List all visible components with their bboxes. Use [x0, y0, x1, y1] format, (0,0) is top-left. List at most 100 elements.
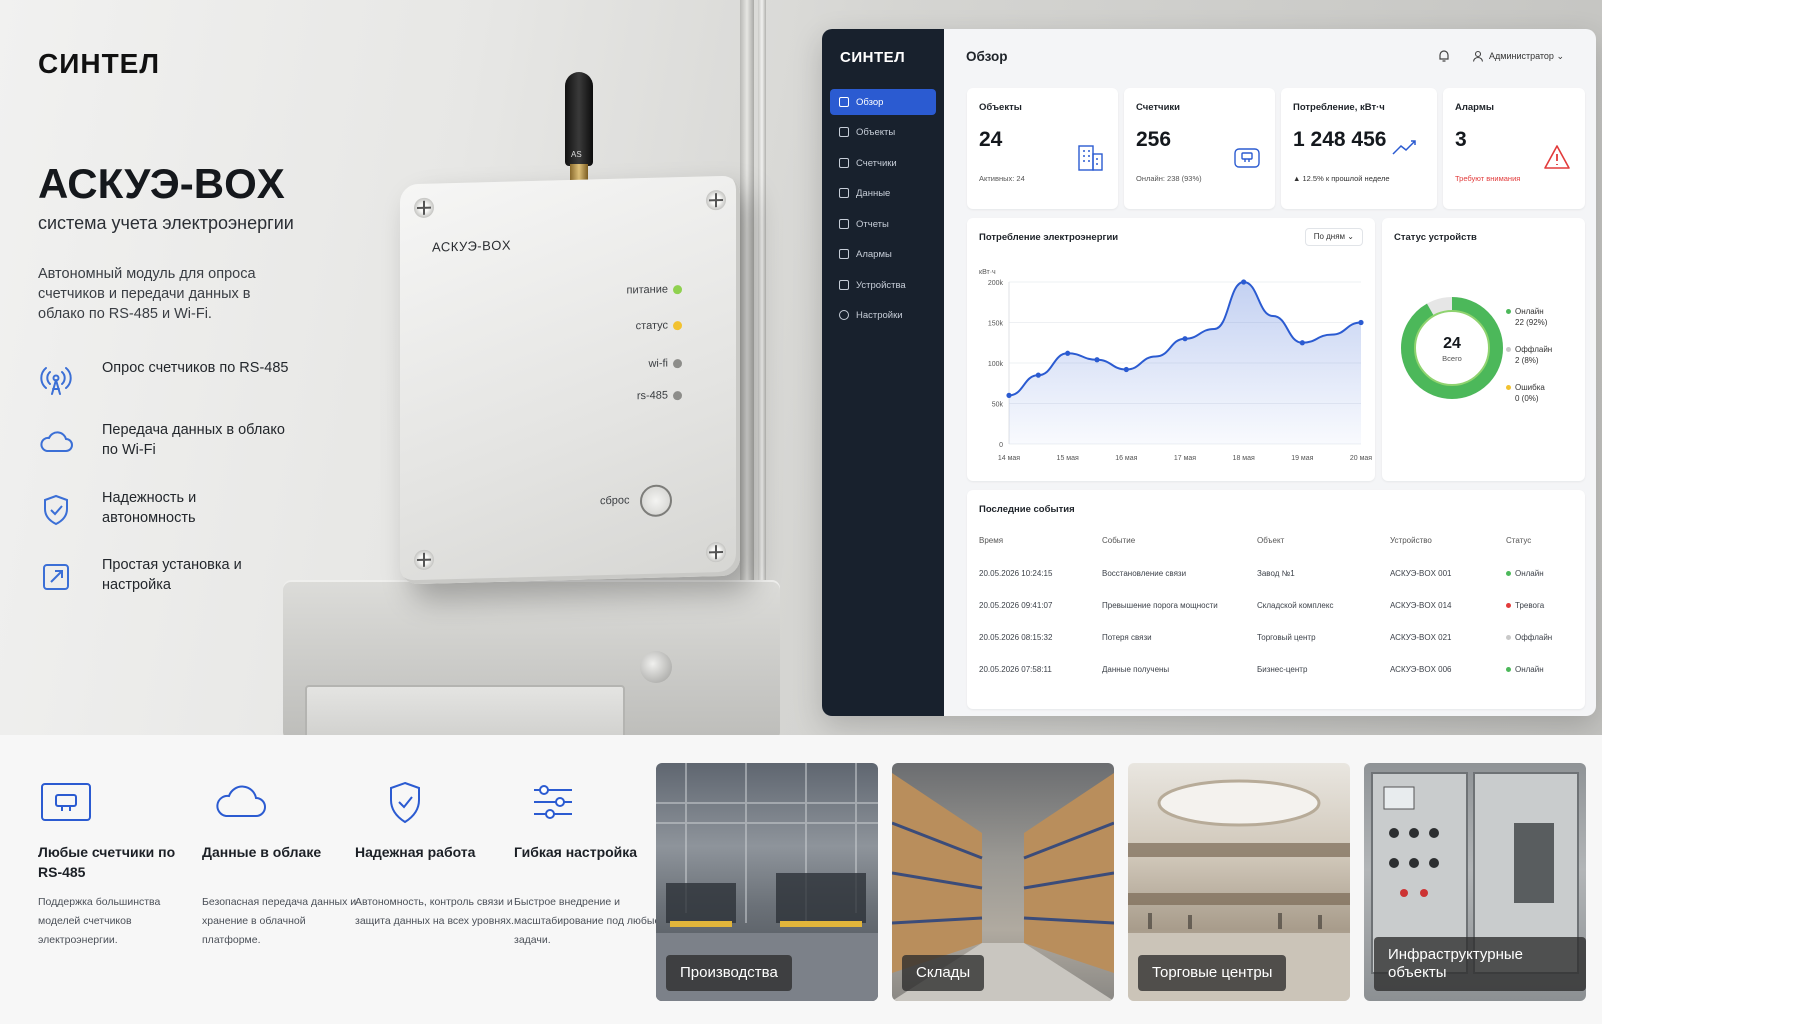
external-link-icon — [43, 564, 69, 590]
data-point — [1182, 336, 1188, 342]
legend-dot — [1506, 347, 1511, 352]
y-axis-unit: кВт·ч — [979, 269, 996, 276]
feature-item: Опрос счетчиков по RS-485 — [38, 358, 298, 402]
legend-label: Онлайн — [1515, 307, 1544, 316]
status-led — [673, 321, 682, 331]
table-cell-event: Потеря связи — [1102, 633, 1152, 642]
warning-icon — [1544, 145, 1570, 169]
kpi-card-alarms: Алармы 3 Требуют внимания — [1443, 88, 1585, 209]
sidebar-item-devices[interactable]: Устройства — [830, 272, 936, 298]
sidebar-item-label: Отчеты — [856, 219, 889, 230]
sidebar-item-overview[interactable]: Обзор — [830, 89, 936, 115]
device-box: АСКУЭ-BOX питание статус wi-fi rs-485 сб… — [400, 175, 740, 585]
dashboard-window: СИНТЕЛ Обзор Объекты Счетчики Данные Отч… — [822, 29, 1596, 716]
recent-events-card: Последние события Время Событие Объект У… — [967, 490, 1585, 709]
tile-shopping-centers[interactable]: Торговые центры — [1128, 763, 1350, 1001]
tile-infrastructure[interactable]: Инфраструктурные объекты — [1364, 763, 1586, 1001]
table-cell-object: Бизнес-центр — [1257, 665, 1308, 674]
feature-text: Передача данных в облако по Wi-Fi — [102, 422, 285, 458]
sidebar-item-meters[interactable]: Счетчики — [830, 150, 936, 176]
y-tick-label: 150k — [988, 321, 1004, 328]
sidebar-item-objects[interactable]: Объекты — [830, 119, 936, 145]
sidebar-item-alarms[interactable]: Алармы — [830, 241, 936, 267]
benefit-description: Автономность, контроль связи и защита да… — [355, 896, 514, 927]
status-dot — [1506, 571, 1511, 577]
tile-label: Производства — [666, 955, 792, 991]
shield-check-icon — [44, 494, 68, 526]
led-label: статус — [635, 319, 668, 333]
screw-icon — [414, 549, 434, 571]
meter-icon — [41, 783, 91, 821]
kpi-label: Счетчики — [1136, 102, 1181, 113]
user-name: Администратор — [1489, 51, 1554, 61]
legend-label: Оффлайн — [1515, 345, 1553, 354]
user-menu[interactable]: Администратор ⌄ — [1489, 51, 1564, 62]
antenna-logo: AS — [571, 150, 582, 159]
table-cell-event: Превышение порога мощности — [1102, 601, 1218, 610]
reset-label: сброс — [600, 494, 630, 508]
sidebar-item-label: Объекты — [856, 127, 896, 138]
table-cell-event: Данные получены — [1102, 665, 1170, 674]
legend-label: Ошибка — [1515, 383, 1545, 392]
sidebar-item-data[interactable]: Данные — [830, 180, 936, 206]
product-description: Автономный модуль для опроса счетчиков и… — [38, 266, 256, 322]
sidebar-item-settings[interactable]: Настройки — [830, 302, 936, 328]
table-cell-object: Торговый центр — [1257, 633, 1316, 642]
series-area — [1009, 282, 1361, 444]
cloud-icon — [40, 431, 73, 452]
bottom-section: Любые счетчики по RS-485 Поддержка больш… — [0, 735, 1602, 1024]
kpi-card-meters: Счетчики 256 Онлайн: 238 (93%) — [1124, 88, 1275, 209]
kpi-value: 1 248 456 — [1293, 128, 1387, 151]
y-tick-label: 50k — [992, 402, 1004, 409]
kpi-subtext: ▲ 12.5% к прошлой неделе — [1293, 174, 1390, 183]
sidebar-item-label: Настройки — [856, 310, 903, 321]
tile-warehouses[interactable]: Склады — [892, 763, 1114, 1001]
tile-production[interactable]: Производства — [656, 763, 878, 1001]
feature-item: Надежность и автономность — [38, 488, 298, 532]
column-header: Объект — [1257, 536, 1285, 545]
device-label: АСКУЭ-BOX — [432, 237, 512, 255]
screw-icon — [640, 651, 672, 683]
data-point — [1035, 372, 1041, 378]
status-text: Онлайн — [1515, 665, 1544, 674]
data-point — [1123, 366, 1129, 373]
reset-button — [640, 484, 672, 518]
kpi-subtext: Активных: 24 — [979, 174, 1025, 183]
sidebar-item-reports[interactable]: Отчеты — [830, 211, 936, 237]
events-title: Последние события — [979, 504, 1075, 515]
y-tick-label: 100k — [988, 361, 1004, 368]
feature-text: Надежность и автономность — [102, 490, 197, 526]
sidebar-item-label: Данные — [856, 188, 891, 199]
column-header: Время — [979, 536, 1004, 545]
data-point — [1241, 279, 1247, 285]
kpi-subtext: Онлайн: 238 (93%) — [1136, 174, 1202, 183]
page-title: Обзор — [966, 49, 1008, 64]
table-cell-status: Тревога — [1506, 601, 1544, 610]
page: СИНТЕЛ АСКУЭ-BOX система учета электроэн… — [0, 0, 1815, 1024]
kpi-label: Потребление, кВт·ч — [1293, 102, 1385, 113]
donut-total-label: Всего — [1442, 354, 1462, 363]
legend-value: 22 (92%) — [1515, 318, 1548, 327]
y-tick-label: 0 — [999, 442, 1003, 449]
data-point — [1299, 340, 1305, 346]
legend-value: 0 (0%) — [1515, 394, 1539, 403]
x-tick-label: 15 мая — [1057, 455, 1079, 462]
table-cell-device: АСКУЭ-BOX 021 — [1390, 633, 1452, 642]
notification-bell-icon[interactable] — [1437, 49, 1451, 63]
report-icon — [839, 219, 849, 229]
benefit-description: Поддержка большинства моделей счетчиков … — [38, 896, 161, 946]
x-tick-label: 20 мая — [1350, 455, 1372, 462]
status-text: Тревога — [1515, 601, 1545, 610]
device-icon — [839, 280, 849, 290]
data-point — [1094, 357, 1100, 363]
chevron-down-icon: ⌄ — [1556, 51, 1564, 61]
objects-icon — [839, 127, 849, 137]
data-point — [1065, 350, 1071, 356]
status-dot — [1506, 667, 1511, 673]
benefit-title: Любые счетчики по RS-485 — [38, 844, 176, 880]
feature-text: Простая установка и настройка — [102, 557, 242, 593]
screw-icon — [706, 541, 726, 563]
antenna: AS — [565, 72, 593, 192]
feature-item: Простая установка и настройка — [38, 555, 298, 599]
legend-error: Ошибка 0 (0%) — [1506, 382, 1545, 404]
